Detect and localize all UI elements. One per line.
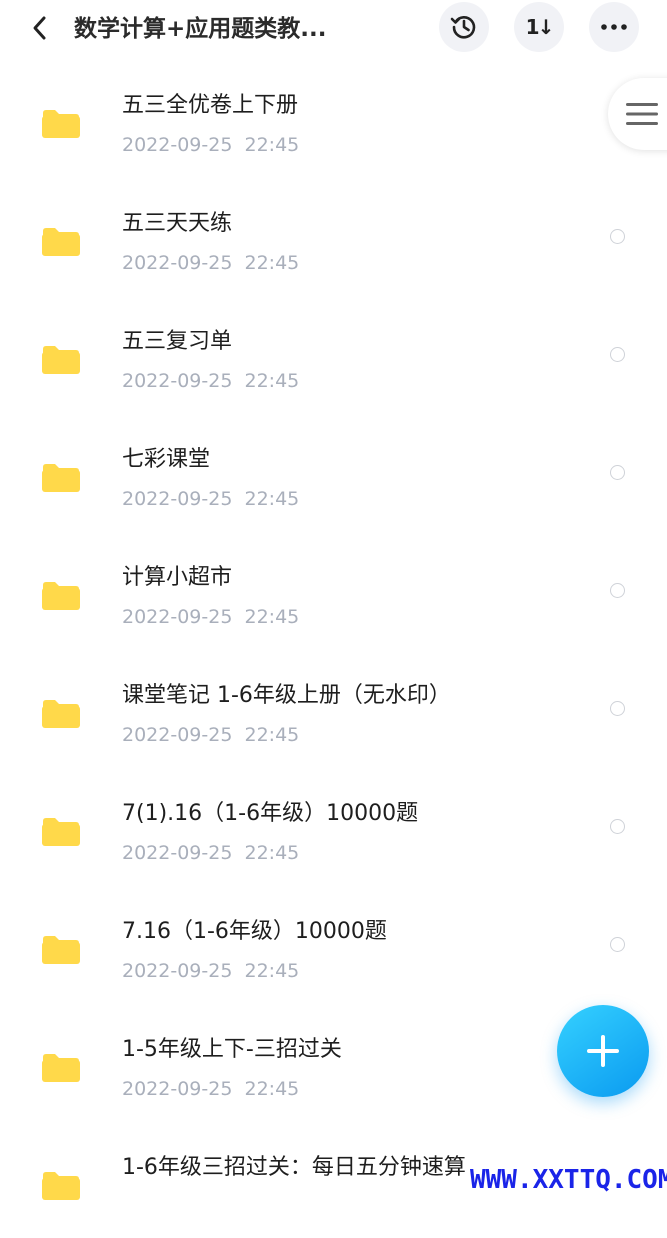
file-row[interactable]: 7.16（1-6年级）10000题 2022-09-25 22:45 xyxy=(0,884,667,1002)
file-date: 2022-09-25 22:45 xyxy=(122,606,300,628)
file-date: 2022-09-25 22:45 xyxy=(122,134,300,156)
select-radio[interactable] xyxy=(610,701,625,716)
back-arrow-icon xyxy=(33,16,46,40)
file-row[interactable]: 七彩课堂 2022-09-25 22:45 xyxy=(0,412,667,530)
file-date: 2022-09-25 22:45 xyxy=(122,724,300,746)
folder-icon xyxy=(42,700,80,728)
file-row[interactable]: 五三复习单 2022-09-25 22:45 xyxy=(0,294,667,412)
file-name: 五三复习单 xyxy=(122,329,233,354)
file-name: 7.16（1-6年级）10000题 xyxy=(122,919,387,944)
file-name: 七彩课堂 xyxy=(122,447,211,472)
add-button[interactable] xyxy=(557,1005,649,1097)
more-dots-icon xyxy=(601,24,627,30)
back-button[interactable] xyxy=(22,10,58,46)
file-date: 2022-09-25 22:45 xyxy=(122,960,300,982)
file-name: 1-6年级三招过关：每日五分钟速算 xyxy=(122,1155,466,1180)
file-name: 五三天天练 xyxy=(122,211,233,236)
folder-icon xyxy=(42,1054,80,1082)
plus-icon xyxy=(587,1035,619,1067)
select-radio[interactable] xyxy=(610,583,625,598)
history-clock-icon xyxy=(450,15,476,39)
file-name: 课堂笔记 1-6年级上册（无水印） xyxy=(122,683,451,708)
file-name: 计算小超市 xyxy=(122,565,233,590)
select-radio[interactable] xyxy=(610,465,625,480)
menu-lines-icon xyxy=(626,103,658,125)
folder-icon xyxy=(42,582,80,610)
file-date: 2022-09-25 22:45 xyxy=(122,370,300,392)
top-bar: 数学计算+应用题类教... 1↓ xyxy=(0,0,667,58)
select-radio[interactable] xyxy=(610,229,625,244)
folder-icon xyxy=(42,464,80,492)
select-radio[interactable] xyxy=(610,819,625,834)
file-row[interactable]: 计算小超市 2022-09-25 22:45 xyxy=(0,530,667,648)
history-button[interactable] xyxy=(439,2,489,52)
file-date: 2022-09-25 22:45 xyxy=(122,488,300,510)
sort-button[interactable]: 1↓ xyxy=(514,2,564,52)
select-radio[interactable] xyxy=(610,937,625,952)
page-title: 数学计算+应用题类教... xyxy=(74,16,327,42)
file-row[interactable]: 7(1).16（1-6年级）10000题 2022-09-25 22:45 xyxy=(0,766,667,884)
file-date: 2022-09-25 22:45 xyxy=(122,842,300,864)
select-radio[interactable] xyxy=(610,347,625,362)
file-row[interactable]: 五三天天练 2022-09-25 22:45 xyxy=(0,176,667,294)
folder-icon xyxy=(42,346,80,374)
file-name: 1-5年级上下-三招过关 xyxy=(122,1037,342,1062)
folder-icon xyxy=(42,228,80,256)
folder-icon xyxy=(42,110,80,138)
more-button[interactable] xyxy=(589,2,639,52)
file-name: 五三全优卷上下册 xyxy=(122,93,299,118)
file-name: 7(1).16（1-6年级）10000题 xyxy=(122,801,419,826)
file-row[interactable]: 课堂笔记 1-6年级上册（无水印） 2022-09-25 22:45 xyxy=(0,648,667,766)
file-date: 2022-09-25 22:45 xyxy=(122,252,300,274)
folder-icon xyxy=(42,818,80,846)
watermark: WWW.XXTTQ.COM xyxy=(470,1165,667,1195)
folder-icon xyxy=(42,936,80,964)
file-row[interactable]: 五三全优卷上下册 2022-09-25 22:45 xyxy=(0,58,667,176)
folder-icon xyxy=(42,1172,80,1200)
file-date: 2022-09-25 22:45 xyxy=(122,1078,300,1100)
sort-icon: 1↓ xyxy=(525,15,555,39)
